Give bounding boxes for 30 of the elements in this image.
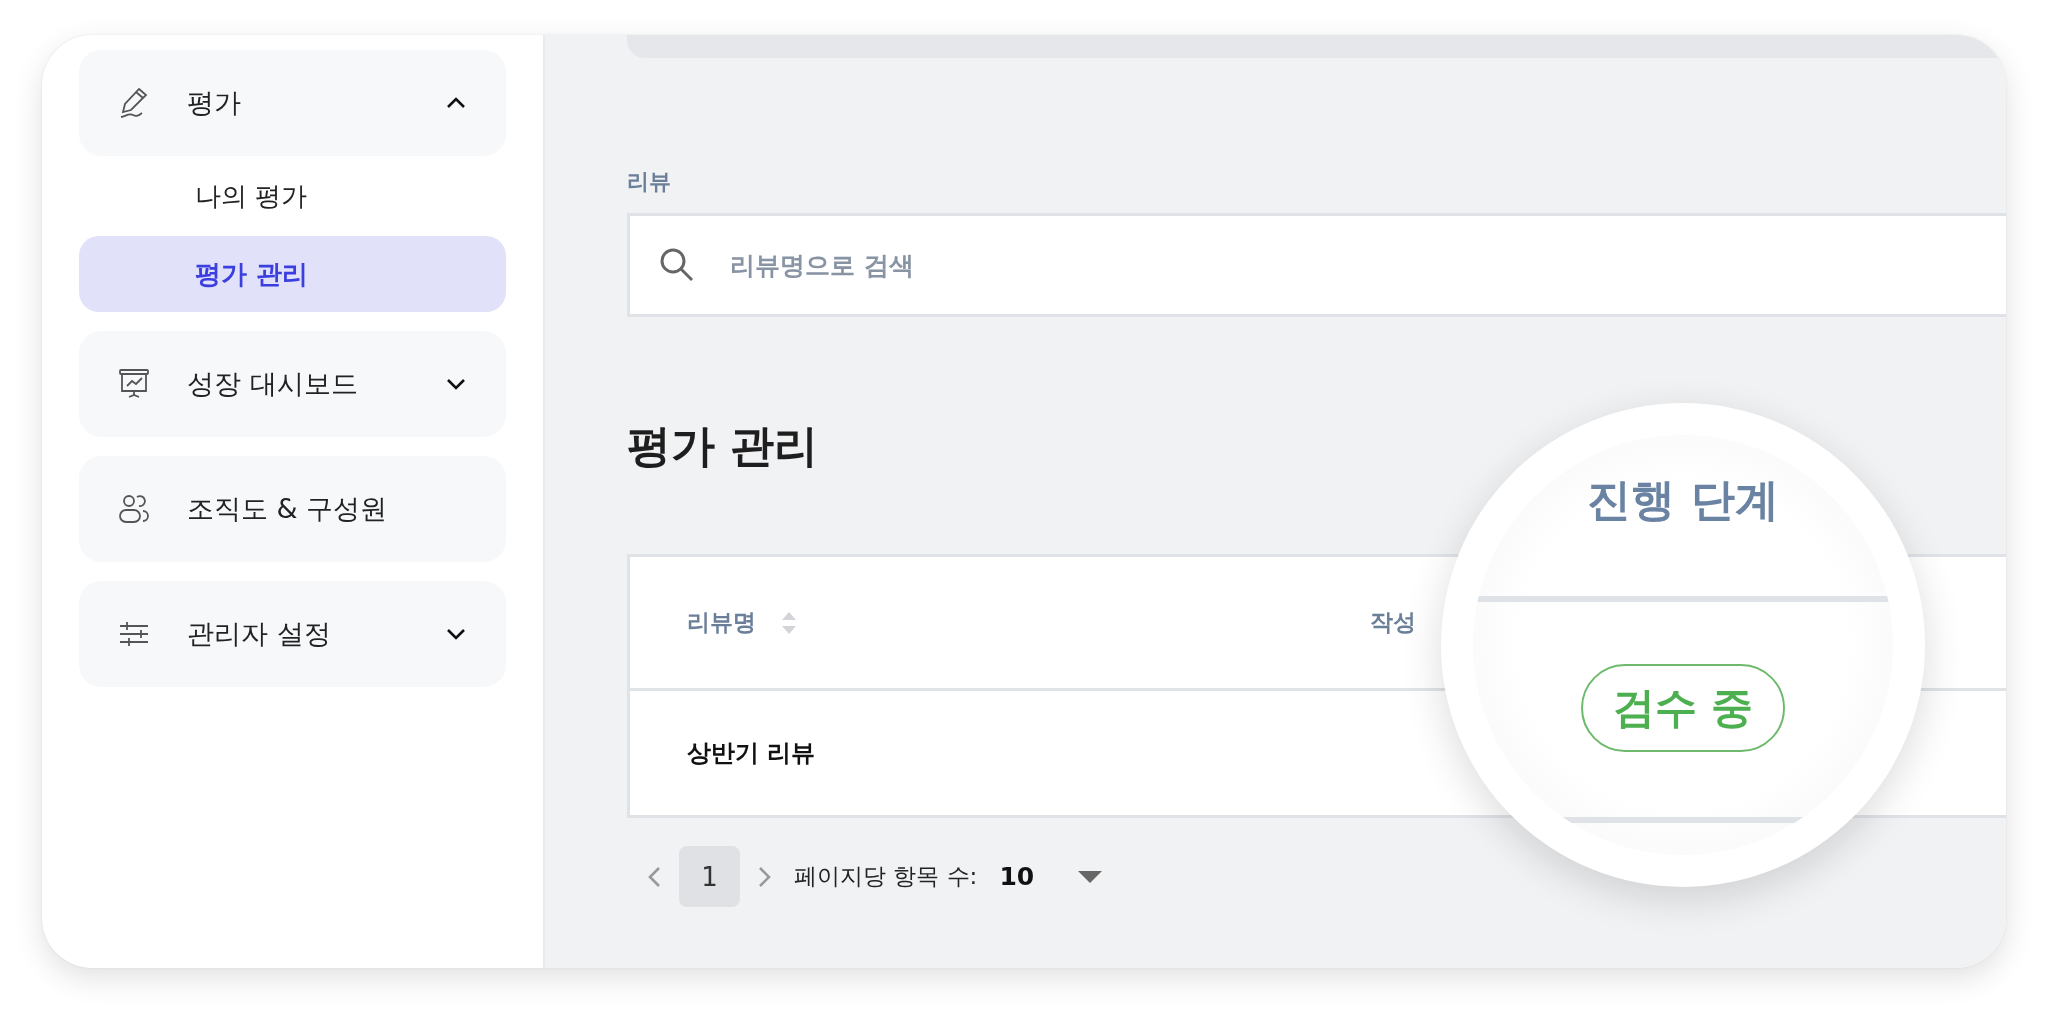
nav-item[interactable]: 관리자 설정	[79, 581, 506, 687]
nav-item[interactable]: 조직도 & 구성원	[79, 456, 506, 562]
chevron-left-icon[interactable]	[647, 865, 661, 888]
search-field[interactable]: 리뷰명으로 검색	[627, 213, 2006, 317]
nav-label: 평가	[187, 86, 242, 120]
section-label: 리뷰	[627, 168, 672, 196]
nav-label: 조직도 & 구성원	[187, 492, 389, 526]
nav-label: 관리자 설정	[187, 617, 332, 651]
table-cell-text: 상반기 리뷰	[686, 738, 816, 769]
column-header[interactable]: 작성	[1370, 607, 1416, 638]
per-page-value[interactable]: 10	[999, 862, 1035, 891]
nav-item[interactable]: 평가	[79, 50, 506, 156]
column-header[interactable]: 리뷰명	[687, 607, 756, 638]
chevron-down-icon[interactable]	[446, 378, 466, 390]
page-title: 평가 관리	[627, 419, 820, 473]
per-page-label: 페이지당 항목 수:	[794, 862, 978, 891]
presentation-chart-icon	[117, 367, 151, 401]
search-icon	[659, 247, 695, 283]
nav-label: 성장 대시보드	[187, 367, 359, 401]
status-badge: 검수 중	[1580, 664, 1786, 752]
chevron-up-icon[interactable]	[446, 97, 466, 109]
nav-subitem[interactable]: 나의 평가	[79, 158, 506, 234]
nav-subitem[interactable]: 평가 관리	[79, 236, 506, 312]
people-icon	[117, 492, 151, 526]
nav-item[interactable]: 성장 대시보드	[79, 331, 506, 437]
chevron-down-icon[interactable]	[446, 628, 466, 640]
chevron-right-icon[interactable]	[758, 865, 772, 888]
column-header: 진행 단계	[1587, 473, 1779, 527]
page-button[interactable]: 1	[679, 846, 740, 907]
dropdown-caret-icon[interactable]	[1078, 870, 1103, 883]
